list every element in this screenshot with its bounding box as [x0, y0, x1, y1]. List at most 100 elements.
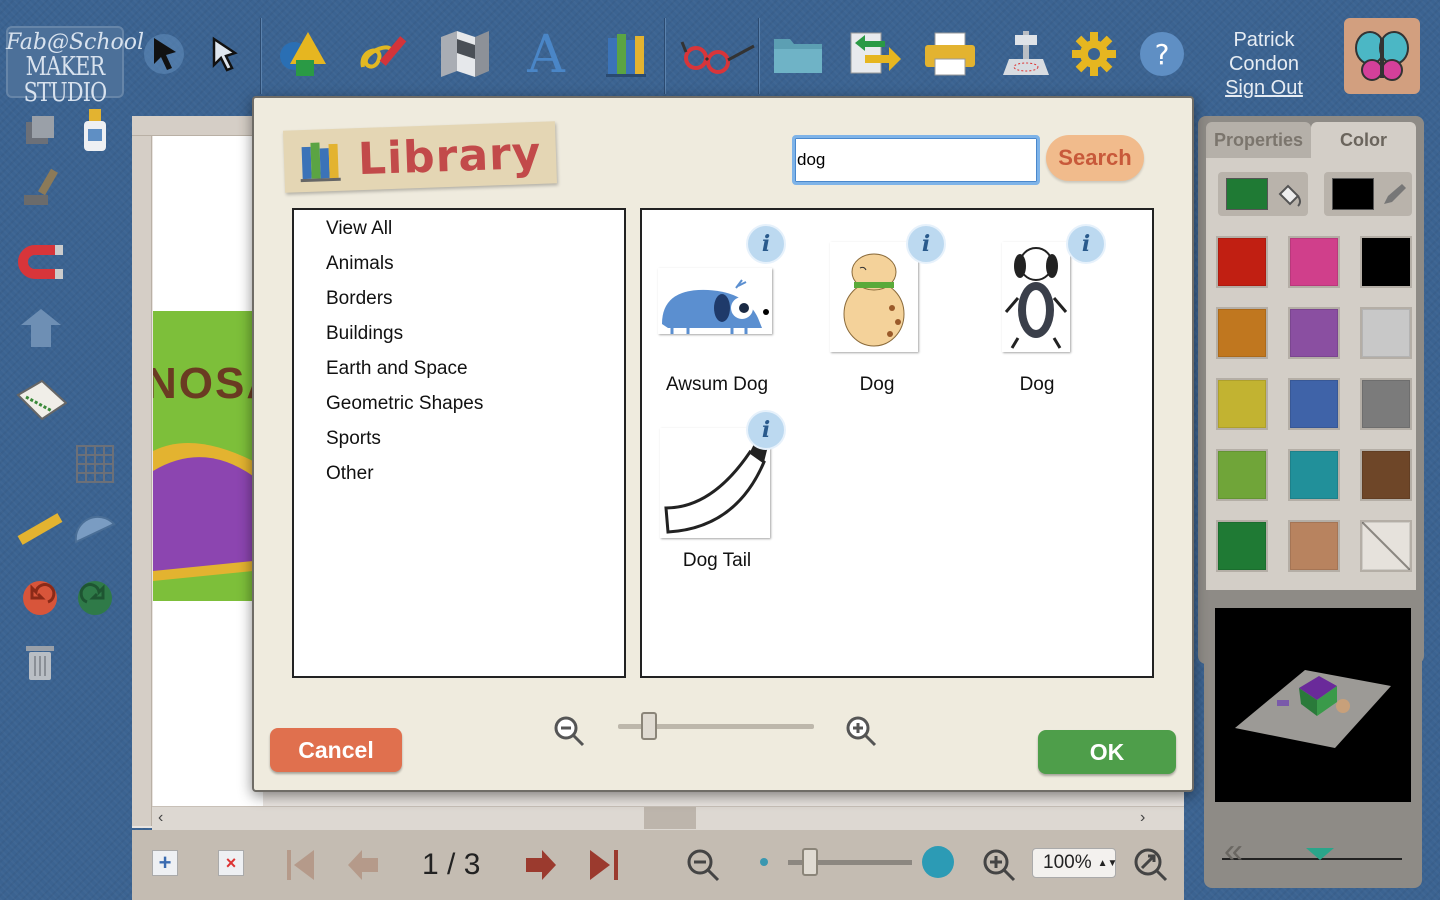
info-icon[interactable]: i — [746, 224, 786, 264]
redo-icon[interactable] — [67, 570, 122, 626]
color-swatch[interactable] — [1288, 236, 1340, 288]
3d-fold-icon[interactable] — [432, 22, 496, 86]
library-title-banner: Library — [283, 121, 557, 193]
category-item[interactable]: Buildings — [294, 321, 624, 356]
glasses-view-icon[interactable] — [676, 22, 760, 86]
logo-line-1: Fab@School — [6, 30, 145, 55]
stroke-color-selector[interactable] — [1324, 172, 1412, 216]
import-export-icon[interactable] — [842, 22, 906, 86]
category-item[interactable]: Borders — [294, 286, 624, 321]
color-swatch[interactable] — [1360, 236, 1412, 288]
settings-gear-icon[interactable] — [1062, 22, 1126, 86]
tool-row-1 — [12, 102, 122, 158]
tab-properties[interactable]: Properties — [1206, 122, 1311, 158]
color-swatch[interactable] — [1360, 307, 1412, 359]
tab-tool-icon[interactable] — [12, 372, 67, 428]
result-item-dog-tail[interactable]: i Dog Tail — [642, 408, 792, 578]
info-icon[interactable]: i — [746, 410, 786, 450]
next-page-icon[interactable] — [524, 848, 558, 882]
direct-select-icon[interactable] — [192, 22, 256, 86]
last-page-icon[interactable] — [588, 848, 622, 882]
category-item[interactable]: Animals — [294, 251, 624, 286]
first-page-icon[interactable] — [284, 848, 316, 882]
add-page-icon[interactable]: + — [152, 850, 178, 876]
print-icon[interactable] — [918, 22, 982, 86]
color-swatch[interactable] — [1216, 378, 1268, 430]
zoom-select[interactable]: 100% ▲▼ — [1032, 848, 1117, 878]
result-item-dog[interactable]: i Dog — [802, 220, 952, 395]
ruler-icon[interactable] — [12, 502, 67, 558]
library-zoom-out-icon[interactable] — [552, 714, 588, 750]
category-item[interactable]: Sports — [294, 426, 624, 461]
color-swatch[interactable] — [1288, 307, 1340, 359]
color-swatch[interactable] — [1216, 520, 1268, 572]
canvas-zoom-thumb[interactable] — [802, 848, 818, 876]
help-icon[interactable]: ? — [1130, 22, 1194, 86]
library-zoom-in-icon[interactable] — [844, 714, 880, 750]
scroll-left-icon[interactable]: ‹ — [158, 809, 163, 827]
category-item[interactable]: Other — [294, 461, 624, 496]
undo-icon[interactable] — [12, 570, 67, 626]
folder-icon[interactable] — [766, 22, 830, 86]
zoom-fit-icon[interactable] — [1132, 846, 1170, 884]
magnet-icon[interactable] — [12, 234, 67, 290]
color-swatch[interactable] — [1216, 449, 1268, 501]
tool-row-4 — [12, 300, 122, 356]
scroll-right-icon[interactable]: › — [1140, 809, 1145, 827]
color-swatch[interactable] — [1216, 236, 1268, 288]
library-title: Library — [357, 127, 543, 185]
canvas-zoom-out-icon[interactable] — [686, 848, 722, 884]
3d-preview[interactable] — [1215, 608, 1411, 802]
info-icon[interactable]: i — [906, 224, 946, 264]
horizontal-scrollbar[interactable]: ‹ › — [152, 806, 1184, 830]
no-color-swatch[interactable] — [1360, 520, 1412, 572]
trash-icon[interactable] — [12, 634, 67, 690]
panel-tabs: Properties Color — [1206, 122, 1416, 158]
grid-icon[interactable] — [67, 436, 122, 492]
info-icon[interactable]: i — [1066, 224, 1106, 264]
library-search-input[interactable] — [792, 135, 1040, 185]
library-icon[interactable] — [594, 22, 658, 86]
color-swatch[interactable] — [1288, 520, 1340, 572]
result-label: Dog — [859, 374, 895, 395]
collapse-panel-icon[interactable]: « — [1224, 834, 1243, 868]
tab-color[interactable]: Color — [1311, 122, 1416, 158]
color-swatch[interactable] — [1216, 307, 1268, 359]
ok-button[interactable]: OK — [1038, 730, 1176, 774]
previous-page-icon[interactable] — [346, 848, 380, 882]
library-zoom-thumb[interactable] — [641, 712, 658, 740]
category-item[interactable]: View All — [294, 216, 624, 251]
result-item-awsum-dog[interactable]: i Awsum Dog — [642, 220, 792, 395]
category-item[interactable]: Geometric Shapes — [294, 391, 624, 426]
glue-icon[interactable] — [67, 102, 122, 158]
duplicate-icon[interactable] — [12, 102, 67, 158]
sign-out-link[interactable]: Sign Out — [1208, 76, 1320, 100]
cutter-icon[interactable] — [994, 22, 1058, 86]
category-list: View All Animals Borders Buildings Earth and… — [292, 208, 626, 678]
search-button[interactable]: Search — [1046, 135, 1144, 181]
tool-row-9 — [12, 634, 122, 690]
avatar[interactable] — [1344, 18, 1420, 94]
result-item-spotted-dog[interactable]: i Dog — [962, 220, 1112, 395]
text-icon[interactable]: A — [514, 22, 578, 86]
dinosaur-banner[interactable]: NOSA — [153, 311, 253, 601]
color-swatch[interactable] — [1360, 378, 1412, 430]
color-swatch[interactable] — [1288, 449, 1340, 501]
shapes-icon[interactable] — [270, 22, 334, 86]
draw-icon[interactable] — [352, 22, 416, 86]
delete-page-icon[interactable]: × — [218, 850, 244, 876]
protractor-icon[interactable] — [67, 502, 122, 558]
scroll-thumb[interactable] — [644, 807, 696, 829]
canvas-zoom-in-icon[interactable] — [982, 848, 1018, 884]
stamp-icon[interactable] — [12, 160, 67, 216]
color-swatch[interactable] — [1288, 378, 1340, 430]
color-swatch[interactable] — [1360, 449, 1412, 501]
preview-marker-icon[interactable] — [1306, 848, 1334, 862]
category-item[interactable]: Earth and Space — [294, 356, 624, 391]
select-arrow-icon[interactable] — [132, 22, 196, 86]
fill-color-selector[interactable] — [1218, 172, 1308, 216]
weld-shape-icon[interactable] — [12, 300, 67, 356]
tool-row-5 — [12, 372, 122, 428]
cancel-button[interactable]: Cancel — [270, 728, 402, 772]
results-grid: i Awsum Dog i Dog i Dog i Dog Tail — [640, 208, 1154, 678]
